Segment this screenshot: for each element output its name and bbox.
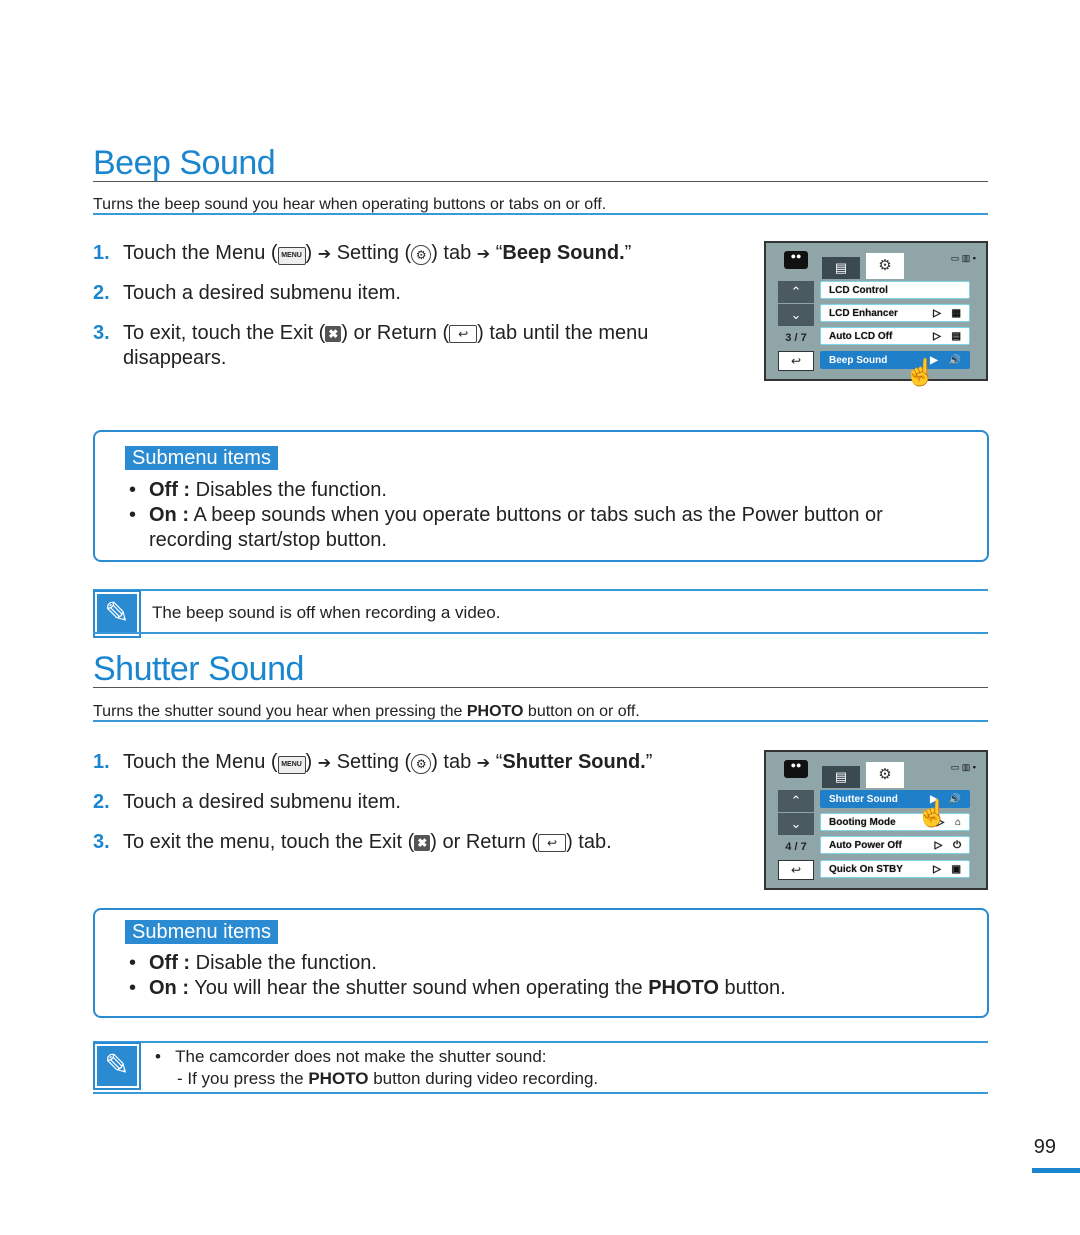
lcd-enhancer-icon: ▷ ▦ (933, 308, 965, 319)
menu-tab[interactable]: ▤ (822, 257, 860, 279)
submenu-item-on: On : You will hear the shutter sound whe… (125, 976, 965, 1001)
note-icon: ✎ (93, 590, 141, 638)
return-button[interactable]: ↩ (778, 860, 814, 880)
menu-icon: MENU (277, 247, 306, 265)
section-intro: Turns the shutter sound you hear when pr… (93, 703, 640, 720)
arrow-icon: ➔ (476, 755, 491, 772)
section-intro: Turns the beep sound you hear when opera… (93, 196, 607, 213)
camera-icon: ●● (784, 251, 808, 269)
screen-body: ⌃ ⌄ 4 / 7 ↩ Shutter Sound ▶ 🔊 Booting Mod… (766, 788, 986, 888)
exit-icon: ✖ (325, 326, 342, 342)
settings-tab[interactable]: ⚙ (866, 762, 904, 788)
status-icons: ▭ ▥ ▪ (950, 762, 976, 772)
note-subitem: - If you press the PHOTO button during v… (177, 1069, 599, 1088)
auto-lcd-off-icon: ▷ ▤ (933, 331, 965, 342)
submenu-items-label: Submenu items (125, 920, 278, 944)
camera-icon: ●● (784, 760, 808, 778)
submenu-list: Off : Disables the function. On : A beep… (125, 478, 965, 553)
hand-pointer-icon: ☝ (904, 357, 937, 387)
intro-rule (93, 720, 988, 722)
intro-rule (93, 213, 988, 215)
quick-on-stby-icon: ▷ ▣ (933, 864, 965, 875)
screen-body: ⌃ ⌄ 3 / 7 ↩ LCD Control LCD Enhancer ▷ ▦ … (766, 279, 986, 379)
section-title-beep-sound: Beep Sound (93, 144, 276, 182)
submenu-item-off: Off : Disables the function. (125, 478, 965, 503)
beep-steps: 1. Touch the Menu (MENU) ➔ Setting (⚙) ta… (93, 241, 713, 381)
scroll-up-button[interactable]: ⌃ (778, 281, 814, 303)
submenu-item-on: On : A beep sounds when you operate butt… (125, 503, 965, 553)
note-rule-top (93, 589, 988, 591)
submenu-items-label: Submenu items (125, 446, 278, 470)
note-bullet: • The camcorder does not make the shutte… (155, 1047, 547, 1066)
menu-tab[interactable]: ▤ (822, 766, 860, 788)
menu-icon: MENU (277, 756, 306, 774)
arrow-icon: ➔ (476, 246, 491, 263)
section-title-shutter-sound: Shutter Sound (93, 650, 304, 688)
gear-icon: ⚙ (411, 245, 432, 265)
beep-note-text: The beep sound is off when recording a v… (152, 603, 501, 622)
settings-tab[interactable]: ⚙ (866, 253, 904, 279)
shutter-note-text: • The camcorder does not make the shutte… (155, 1046, 598, 1090)
menu-item-beep-sound[interactable]: Beep Sound ▶ 🔊 (820, 351, 970, 369)
screen-tab-bar: ●● ▤ ⚙ ▭ ▥ ▪ (766, 752, 986, 788)
gear-icon: ⚙ (411, 754, 432, 774)
note-rule-bottom (93, 1092, 988, 1094)
menu-item-lcd-control[interactable]: LCD Control (820, 281, 970, 299)
menu-item-lcd-enhancer[interactable]: LCD Enhancer ▷ ▦ (820, 304, 970, 322)
page-indicator: 3 / 7 (785, 332, 807, 344)
arrow-icon: ➔ (317, 246, 332, 263)
menu-item-quick-on-stby[interactable]: Quick On STBY ▷ ▣ (820, 860, 970, 878)
submenu-list: Off : Disable the function. On : You wil… (125, 951, 965, 1001)
step-3-line2: disappears. (123, 347, 227, 369)
camcorder-screen-shutter: ●● ▤ ⚙ ▭ ▥ ▪ ⌃ ⌄ 4 / 7 ↩ Shutter Sound ▶ … (764, 750, 988, 890)
menu-item-auto-lcd-off[interactable]: Auto LCD Off ▷ ▤ (820, 327, 970, 345)
step-1: 1. Touch the Menu (MENU) ➔ Setting (⚙) ta… (93, 242, 632, 265)
hand-pointer-icon: ☝ (916, 798, 949, 828)
step-2: 2. Touch a desired submenu item. (93, 791, 401, 813)
status-icons: ▭ ▥ ▪ (950, 253, 976, 263)
beep-submenu-box: Submenu items Off : Disables the functio… (93, 430, 989, 562)
step-1: 1. Touch the Menu (MENU) ➔ Setting (⚙) ta… (93, 751, 653, 774)
title-rule (93, 687, 988, 688)
screen-tab-bar: ●● ▤ ⚙ ▭ ▥ ▪ (766, 243, 986, 279)
shutter-submenu-box: Submenu items Off : Disable the function… (93, 908, 989, 1018)
scroll-down-button[interactable]: ⌄ (778, 304, 814, 326)
note-icon: ✎ (93, 1042, 141, 1090)
menu-item-auto-power-off[interactable]: Auto Power Off ▷ ⏻ (820, 836, 970, 854)
scroll-up-button[interactable]: ⌃ (778, 790, 814, 812)
exit-icon: ✖ (414, 835, 431, 851)
page-number-bar (1032, 1168, 1080, 1173)
arrow-icon: ➔ (317, 755, 332, 772)
step-3: 3. To exit, touch the Exit (✖) or Return … (93, 322, 649, 344)
camcorder-screen-beep: ●● ▤ ⚙ ▭ ▥ ▪ ⌃ ⌄ 3 / 7 ↩ LCD Control LCD… (764, 241, 988, 387)
page-indicator: 4 / 7 (785, 841, 807, 853)
step-2: 2. Touch a desired submenu item. (93, 282, 401, 304)
scroll-down-button[interactable]: ⌄ (778, 813, 814, 835)
auto-power-off-icon: ▷ ⏻ (934, 840, 965, 851)
page-number: 99 (1033, 1136, 1056, 1158)
shutter-steps: 1. Touch the Menu (MENU) ➔ Setting (⚙) ta… (93, 750, 713, 860)
return-button[interactable]: ↩ (778, 351, 814, 371)
step-3: 3. To exit the menu, touch the Exit (✖) o… (93, 831, 612, 853)
note-rule-top (93, 1041, 988, 1043)
submenu-item-off: Off : Disable the function. (125, 951, 965, 976)
return-icon: ↩ (449, 325, 478, 343)
note-rule-bottom (93, 632, 988, 634)
return-icon: ↩ (538, 834, 567, 852)
title-rule (93, 181, 988, 182)
